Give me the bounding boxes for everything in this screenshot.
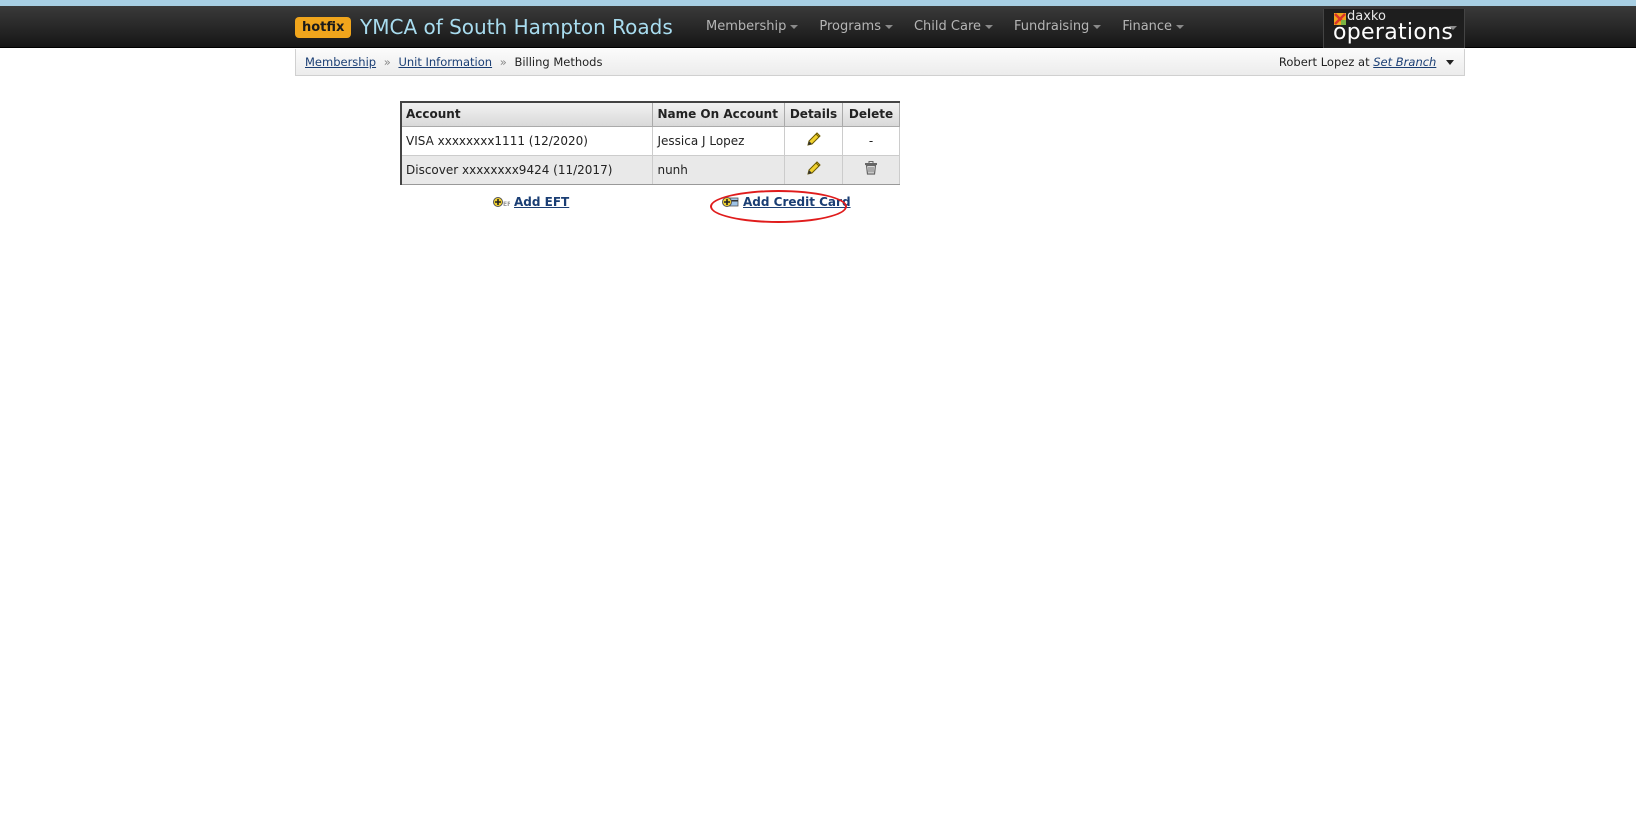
column-header-delete: Delete [842, 101, 900, 127]
chevron-down-icon [790, 24, 799, 29]
details-cell [784, 125, 843, 156]
table-row: VISA xxxxxxxx1111 (12/2020) Jessica J Lo… [400, 125, 900, 156]
add-eft-icon: EFT [493, 197, 510, 208]
menu-fundraising-label: Fundraising [1014, 19, 1090, 34]
chevron-down-icon [985, 24, 994, 29]
org-title[interactable]: YMCA of South Hampton Roads [360, 13, 673, 41]
column-header-name-on-account: Name On Account [652, 101, 786, 127]
menu-finance[interactable]: Finance [1122, 6, 1185, 48]
billing-methods-table: Account Name On Account Details Delete V… [400, 101, 900, 185]
pencil-edit-icon[interactable] [806, 131, 822, 147]
column-header-account: Account [400, 101, 654, 127]
menu-fundraising[interactable]: Fundraising [1014, 6, 1102, 48]
menu-membership-label: Membership [706, 19, 787, 34]
chevron-down-icon [1093, 24, 1102, 29]
add-credit-card-link[interactable]: Add Credit Card [743, 195, 851, 209]
breadcrumb-separator: » [383, 55, 391, 69]
breadcrumb-separator: » [499, 55, 507, 69]
breadcrumb-link-unit-information[interactable]: Unit Information [398, 55, 492, 69]
pencil-edit-icon[interactable] [806, 160, 822, 176]
add-credit-card-icon [722, 197, 739, 207]
main-menu: Membership Programs Child Care Fundraisi… [706, 6, 1205, 48]
table-row: Discover xxxxxxxx9424 (11/2017) nunh [400, 154, 900, 185]
breadcrumb-link-membership[interactable]: Membership [305, 55, 376, 69]
environment-badge: hotfix [295, 17, 352, 38]
chevron-down-icon [884, 24, 893, 29]
column-header-details: Details [784, 101, 843, 127]
delete-cell [842, 154, 900, 185]
user-branch-menu[interactable]: Robert Lopez at Set Branch [1279, 49, 1454, 75]
breadcrumb-current: Billing Methods [514, 55, 603, 69]
set-branch-link[interactable]: Set Branch [1373, 55, 1436, 69]
menu-child-care[interactable]: Child Care [913, 6, 994, 48]
breadcrumb: Membership » Unit Information » Billing … [305, 49, 602, 75]
menu-finance-label: Finance [1122, 19, 1173, 34]
account-cell: Discover xxxxxxxx9424 (11/2017) [400, 154, 654, 185]
breadcrumb-bar: Membership » Unit Information » Billing … [295, 49, 1465, 76]
trash-icon[interactable] [864, 161, 878, 175]
top-navbar: hotfix YMCA of South Hampton Roads Membe… [0, 6, 1636, 48]
add-eft-action[interactable]: EFT Add EFT [493, 195, 569, 209]
name-on-account-cell: Jessica J Lopez [652, 125, 786, 156]
menu-programs[interactable]: Programs [819, 6, 893, 48]
chevron-down-icon [1176, 24, 1185, 29]
chevron-down-icon [1449, 26, 1457, 30]
menu-child-care-label: Child Care [913, 19, 982, 34]
svg-text:EFT: EFT [503, 201, 510, 208]
add-eft-link[interactable]: Add EFT [514, 195, 569, 209]
table-header-row: Account Name On Account Details Delete [400, 101, 900, 127]
brand-product-name: operations [1333, 20, 1454, 45]
navbar-inner: hotfix YMCA of South Hampton Roads Membe… [295, 6, 1465, 48]
user-at-text: at [1358, 55, 1370, 69]
product-switcher[interactable]: daxko operations [1323, 9, 1465, 48]
menu-programs-label: Programs [819, 19, 881, 34]
details-cell [784, 154, 843, 185]
account-cell: VISA xxxxxxxx1111 (12/2020) [400, 125, 654, 156]
add-credit-card-action[interactable]: Add Credit Card [722, 195, 851, 209]
menu-membership[interactable]: Membership [706, 6, 799, 48]
user-name: Robert Lopez [1278, 55, 1355, 69]
caret-down-icon[interactable] [1446, 60, 1454, 65]
delete-cell: - [842, 125, 900, 156]
name-on-account-cell: nunh [652, 154, 786, 185]
